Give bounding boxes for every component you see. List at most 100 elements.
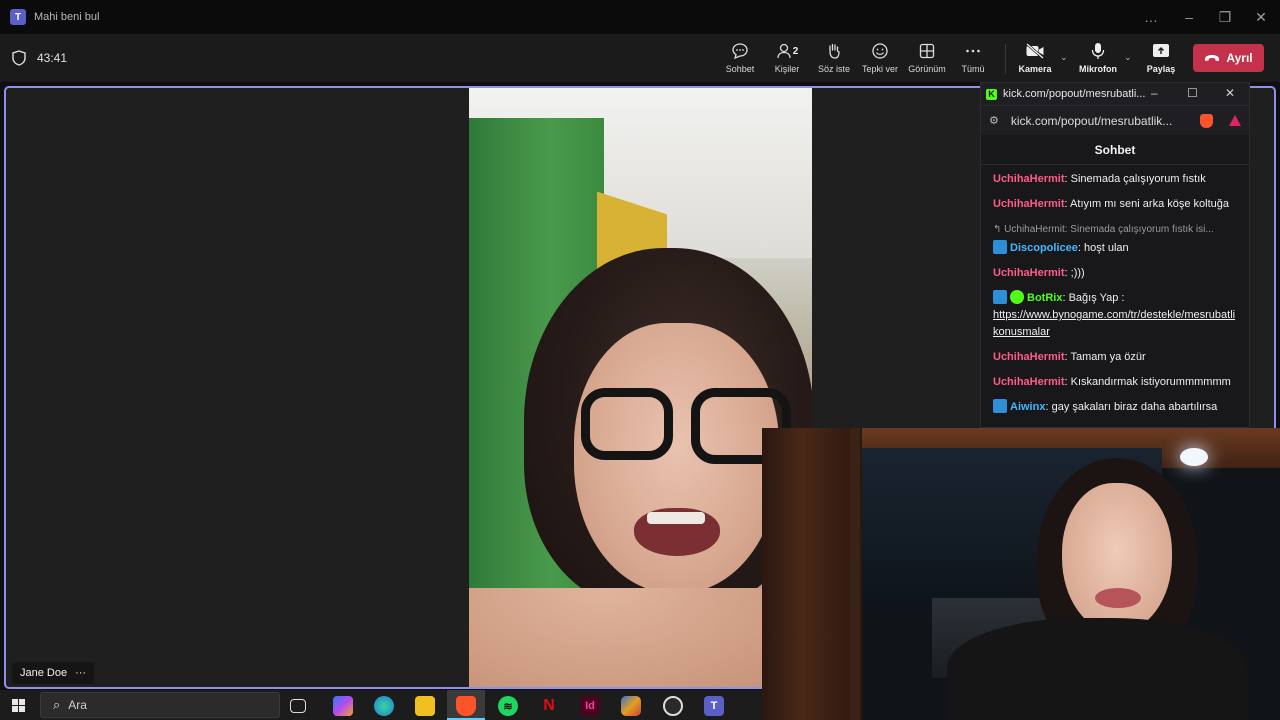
copilot-icon[interactable] bbox=[333, 696, 353, 716]
people-button[interactable]: 2 Kişiler bbox=[761, 40, 813, 78]
chat-username[interactable]: Aiwinx bbox=[1010, 401, 1045, 413]
chat-text: Kıskandırmak istiyorummmmmm bbox=[1070, 376, 1231, 388]
kick-address-bar[interactable]: ⚙ kick.com/popout/mesrubatlik... bbox=[981, 105, 1249, 135]
kick-minimize-icon[interactable]: – bbox=[1151, 86, 1158, 100]
meeting-timer: 43:41 bbox=[37, 51, 68, 65]
mic-options-chevron-icon[interactable]: ⌄ bbox=[1124, 52, 1132, 63]
shield-icon[interactable] bbox=[12, 50, 26, 66]
chat-username[interactable]: UchihaHermit bbox=[993, 267, 1065, 279]
edge-icon[interactable] bbox=[374, 696, 394, 716]
chat-text: Tamam ya özür bbox=[1070, 351, 1146, 363]
raise-hand-label: Söz iste bbox=[817, 64, 850, 74]
close-icon[interactable]: ✕ bbox=[1242, 0, 1280, 34]
video-person-teeth bbox=[647, 512, 705, 524]
cam-ceiling-light bbox=[1180, 448, 1208, 466]
cam-door bbox=[762, 428, 862, 720]
chat-messages: UchihaHermit: Sinemada çalışıyorum fıstı… bbox=[981, 165, 1249, 416]
kick-popout-titlebar: K kick.com/popout/mesrubatli... – ☐ ✕ bbox=[981, 83, 1249, 105]
chat-text: Sinemada çalışıyorum fıstık bbox=[1070, 173, 1206, 185]
participant-video[interactable] bbox=[469, 88, 812, 687]
brave-shields-icon[interactable] bbox=[1200, 114, 1213, 128]
windows-start-icon[interactable] bbox=[12, 699, 26, 713]
netflix-icon[interactable]: N bbox=[539, 696, 559, 716]
view-button[interactable]: Görünüm bbox=[901, 40, 953, 78]
camera-options-chevron-icon[interactable]: ⌄ bbox=[1060, 52, 1068, 63]
microphone-icon bbox=[1091, 43, 1105, 59]
kick-logo-icon: K bbox=[986, 88, 997, 100]
site-settings-icon[interactable]: ⚙ bbox=[989, 114, 999, 127]
indesign-icon[interactable]: Id bbox=[580, 696, 600, 716]
chat-message: UchihaHermit: Kıskandırmak istiyorummmmm… bbox=[993, 376, 1231, 388]
teams-icon[interactable]: T bbox=[704, 696, 724, 716]
kick-maximize-icon[interactable]: ☐ bbox=[1187, 86, 1198, 100]
chat-username[interactable]: UchihaHermit bbox=[993, 173, 1065, 185]
task-view-icon[interactable] bbox=[290, 699, 306, 713]
bot-badge-icon bbox=[993, 290, 1007, 304]
participant-count: 2 bbox=[792, 45, 799, 57]
windows-taskbar: ⌕ Ara ≋ N Id T bbox=[0, 690, 762, 720]
raise-hand-icon bbox=[829, 43, 840, 59]
minimize-icon[interactable]: – bbox=[1170, 0, 1208, 34]
more-button[interactable]: Tümü bbox=[947, 40, 999, 78]
react-icon bbox=[872, 43, 888, 59]
kick-close-icon[interactable]: ✕ bbox=[1225, 86, 1235, 100]
chat-username[interactable]: UchihaHermit bbox=[993, 198, 1065, 210]
chat-icon bbox=[732, 43, 748, 60]
chat-username[interactable]: UchihaHermit bbox=[993, 351, 1065, 363]
donation-link[interactable]: https://www.bynogame.com/tr/destekle/mes… bbox=[993, 309, 1235, 338]
video-glasses-left bbox=[581, 388, 673, 460]
chat-message: Aiwinx: gay şakaları biraz daha abartılı… bbox=[993, 399, 1237, 416]
chat-text: hoşt ulan bbox=[1083, 242, 1129, 254]
meeting-toolbar: 43:41 Sohbet 2 Kişiler Söz iste Tepki ve… bbox=[0, 34, 1280, 82]
search-placeholder: Ara bbox=[68, 698, 87, 712]
camera-button[interactable]: Kamera bbox=[1009, 40, 1061, 78]
leave-button[interactable]: Ayrıl bbox=[1193, 44, 1264, 72]
chat-message: UchihaHermit: Atıyım mı seni arka köşe k… bbox=[993, 198, 1229, 210]
share-button[interactable]: Paylaş bbox=[1135, 40, 1187, 78]
chat-username[interactable]: UchihaHermit bbox=[993, 376, 1065, 388]
react-button[interactable]: Tepki ver bbox=[854, 40, 906, 78]
raise-hand-button[interactable]: Söz iste bbox=[808, 40, 860, 78]
kick-window-title: kick.com/popout/mesrubatli... bbox=[1003, 88, 1146, 100]
hang-up-icon bbox=[1205, 55, 1220, 61]
chat-message: ↰ UchihaHermit: Sinemada çalışıyorum fıs… bbox=[993, 221, 1237, 257]
chat-reply-quote[interactable]: ↰ UchihaHermit: Sinemada çalışıyorum fıs… bbox=[993, 221, 1237, 238]
microphone-label: Mikrofon bbox=[1079, 64, 1117, 74]
cam-person-lips bbox=[1095, 588, 1141, 608]
chat-text: ;))) bbox=[1070, 267, 1085, 279]
chat-username[interactable]: BotRix bbox=[1027, 292, 1062, 304]
window-more-icon[interactable]: … bbox=[1132, 0, 1170, 34]
more-label: Tümü bbox=[961, 64, 985, 74]
maximize-icon[interactable]: ❐ bbox=[1206, 0, 1244, 34]
kick-url-text[interactable]: kick.com/popout/mesrubatlik... bbox=[1011, 114, 1172, 128]
toolbar-divider bbox=[1005, 44, 1006, 74]
more-icon bbox=[966, 49, 980, 53]
obs-icon[interactable] bbox=[663, 696, 683, 716]
view-label: Görünüm bbox=[908, 64, 946, 74]
leave-label: Ayrıl bbox=[1226, 51, 1253, 65]
brave-rewards-icon[interactable] bbox=[1229, 115, 1241, 126]
chat-text: Atıyım mı seni arka köşe koltuğa bbox=[1070, 198, 1229, 210]
chat-message: UchihaHermit: Tamam ya özür bbox=[993, 351, 1146, 363]
brave-icon[interactable] bbox=[456, 696, 476, 716]
window-title: Mahi beni bul bbox=[34, 11, 100, 23]
spotify-icon[interactable]: ≋ bbox=[498, 696, 518, 716]
davinci-resolve-icon[interactable] bbox=[621, 696, 641, 716]
chat-button[interactable]: Sohbet bbox=[714, 40, 766, 78]
share-label: Paylaş bbox=[1146, 64, 1176, 74]
share-screen-icon bbox=[1153, 44, 1169, 57]
chat-username[interactable]: Discopolicee bbox=[1010, 242, 1078, 254]
participant-more-icon[interactable]: ··· bbox=[75, 667, 86, 679]
video-person-shoulders bbox=[469, 588, 812, 687]
file-explorer-icon[interactable] bbox=[415, 696, 435, 716]
taskbar-search[interactable]: ⌕ Ara bbox=[40, 692, 280, 718]
camera-off-icon bbox=[1026, 43, 1044, 59]
title-bar: T Mahi beni bul … – ❐ ✕ bbox=[0, 0, 1280, 34]
microphone-button[interactable]: Mikrofon bbox=[1072, 40, 1124, 78]
verified-badge-icon bbox=[1010, 290, 1024, 304]
teams-app-icon: T bbox=[10, 9, 26, 25]
chat-label: Sohbet bbox=[725, 64, 755, 74]
react-label: Tepki ver bbox=[861, 64, 898, 74]
participant-name-tag[interactable]: Jane Doe ··· bbox=[12, 662, 95, 684]
chat-message: UchihaHermit: Sinemada çalışıyorum fıstı… bbox=[993, 173, 1206, 185]
